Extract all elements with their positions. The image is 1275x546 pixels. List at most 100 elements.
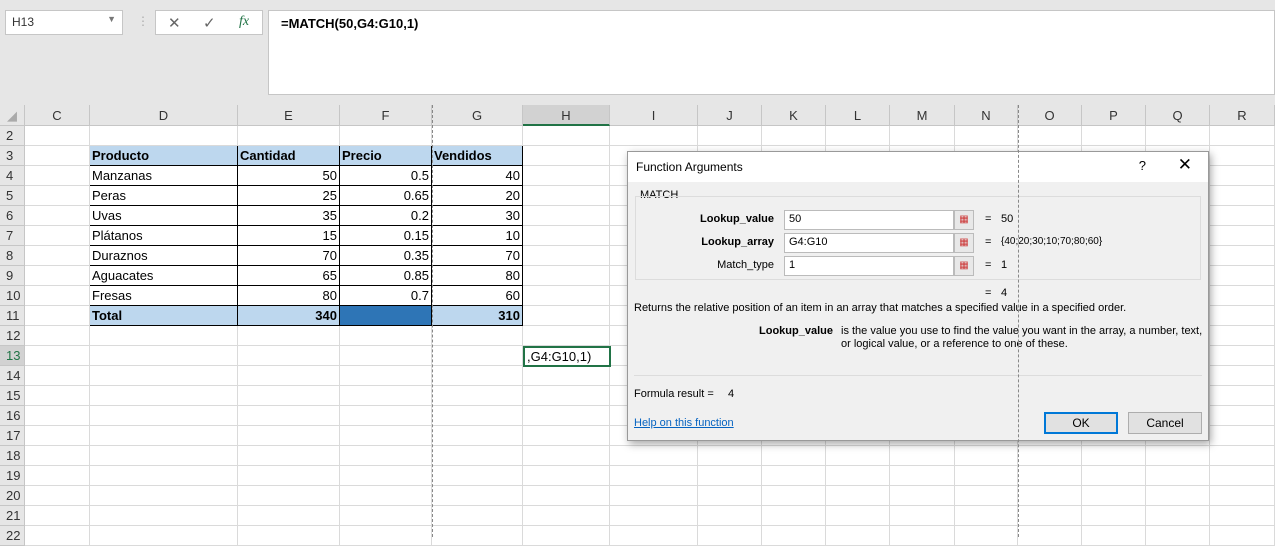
cell[interactable] xyxy=(1210,486,1275,506)
cell[interactable] xyxy=(1210,386,1275,406)
column-header-Q[interactable]: Q xyxy=(1146,105,1210,126)
cell[interactable] xyxy=(1018,126,1082,146)
cell[interactable] xyxy=(238,486,340,506)
range-select-icon[interactable]: ▦ xyxy=(954,233,974,253)
table-cell[interactable]: 20 xyxy=(432,186,523,206)
cell[interactable] xyxy=(432,426,523,446)
cell[interactable] xyxy=(25,406,90,426)
column-header-I[interactable]: I xyxy=(610,105,698,126)
cell[interactable] xyxy=(1210,366,1275,386)
row-header-13[interactable]: 13 xyxy=(0,346,25,366)
cell[interactable] xyxy=(698,446,762,466)
cell[interactable] xyxy=(1210,506,1275,526)
cell[interactable] xyxy=(698,486,762,506)
cell[interactable] xyxy=(523,146,610,166)
cell[interactable] xyxy=(238,526,340,546)
cell[interactable] xyxy=(25,246,90,266)
enter-icon[interactable]: ✓ xyxy=(203,14,216,32)
table-cell[interactable]: 0.5 xyxy=(340,166,432,186)
cell[interactable] xyxy=(340,386,432,406)
cell[interactable] xyxy=(340,346,432,366)
cell[interactable] xyxy=(1082,126,1146,146)
cell[interactable] xyxy=(1082,526,1146,546)
cell[interactable] xyxy=(432,346,523,366)
table-total-cell[interactable] xyxy=(340,306,432,326)
cell[interactable] xyxy=(523,526,610,546)
close-icon[interactable]: ✕ xyxy=(1178,155,1192,175)
cell[interactable] xyxy=(25,466,90,486)
cell[interactable] xyxy=(762,526,826,546)
table-cell[interactable]: Manzanas xyxy=(90,166,238,186)
cell[interactable] xyxy=(432,446,523,466)
table-cell[interactable]: Duraznos xyxy=(90,246,238,266)
row-header-7[interactable]: 7 xyxy=(0,226,25,246)
cell[interactable] xyxy=(1018,506,1082,526)
cell[interactable] xyxy=(1210,286,1275,306)
cell[interactable] xyxy=(890,446,955,466)
column-header-F[interactable]: F xyxy=(340,105,432,126)
column-header-O[interactable]: O xyxy=(1018,105,1082,126)
cell[interactable] xyxy=(523,306,610,326)
cell[interactable] xyxy=(955,446,1018,466)
cell[interactable] xyxy=(340,406,432,426)
cell[interactable] xyxy=(890,486,955,506)
row-header-4[interactable]: 4 xyxy=(0,166,25,186)
table-cell[interactable]: 35 xyxy=(238,206,340,226)
cell[interactable] xyxy=(523,246,610,266)
cell[interactable] xyxy=(238,406,340,426)
cell[interactable] xyxy=(523,386,610,406)
cell[interactable] xyxy=(1018,446,1082,466)
row-header-11[interactable]: 11 xyxy=(0,306,25,326)
cell[interactable] xyxy=(890,466,955,486)
cell[interactable] xyxy=(523,406,610,426)
cell[interactable] xyxy=(523,266,610,286)
active-cell-h13[interactable]: ,G4:G10,1) xyxy=(523,346,611,367)
table-cell[interactable]: 65 xyxy=(238,266,340,286)
cell[interactable] xyxy=(25,126,90,146)
cell[interactable] xyxy=(25,346,90,366)
table-cell[interactable]: Peras xyxy=(90,186,238,206)
row-header-3[interactable]: 3 xyxy=(0,146,25,166)
cell[interactable] xyxy=(238,366,340,386)
cell[interactable] xyxy=(1082,466,1146,486)
cell[interactable] xyxy=(1082,486,1146,506)
cell[interactable] xyxy=(1146,466,1210,486)
cell[interactable] xyxy=(340,446,432,466)
cell[interactable] xyxy=(610,506,698,526)
cell[interactable] xyxy=(523,286,610,306)
row-header-12[interactable]: 12 xyxy=(0,326,25,346)
cell[interactable] xyxy=(238,446,340,466)
cell[interactable] xyxy=(90,366,238,386)
cell[interactable] xyxy=(432,526,523,546)
cell[interactable] xyxy=(610,466,698,486)
table-cell[interactable]: 40 xyxy=(432,166,523,186)
cell[interactable] xyxy=(523,506,610,526)
cell[interactable] xyxy=(25,146,90,166)
range-select-icon[interactable]: ▦ xyxy=(954,256,974,276)
cell[interactable] xyxy=(826,486,890,506)
column-header-H[interactable]: H xyxy=(523,105,610,126)
table-cell[interactable]: 30 xyxy=(432,206,523,226)
help-link[interactable]: Help on this function xyxy=(634,417,734,429)
column-header-N[interactable]: N xyxy=(955,105,1018,126)
cell[interactable] xyxy=(955,126,1018,146)
row-header-21[interactable]: 21 xyxy=(0,506,25,526)
cell[interactable] xyxy=(1210,206,1275,226)
cell[interactable] xyxy=(90,346,238,366)
cell[interactable] xyxy=(826,446,890,466)
table-cell[interactable]: 70 xyxy=(238,246,340,266)
cell[interactable] xyxy=(523,446,610,466)
cell[interactable] xyxy=(698,506,762,526)
table-cell[interactable]: 80 xyxy=(238,286,340,306)
arg-input[interactable]: 1 xyxy=(784,256,954,276)
cell[interactable] xyxy=(1210,306,1275,326)
cell[interactable] xyxy=(432,326,523,346)
cell[interactable] xyxy=(25,486,90,506)
cell[interactable] xyxy=(890,526,955,546)
cell[interactable] xyxy=(1210,186,1275,206)
cell[interactable] xyxy=(1146,526,1210,546)
cell[interactable] xyxy=(25,506,90,526)
cell[interactable] xyxy=(698,526,762,546)
column-header-J[interactable]: J xyxy=(698,105,762,126)
table-cell[interactable]: 0.35 xyxy=(340,246,432,266)
